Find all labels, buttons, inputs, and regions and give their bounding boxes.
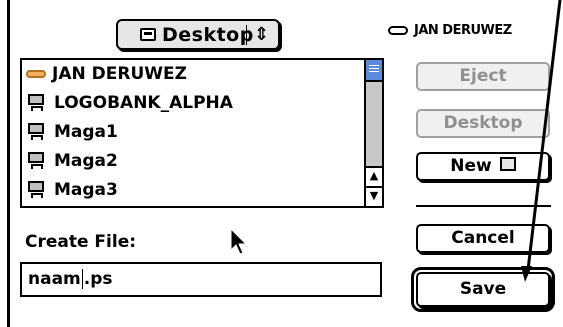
up-down-arrows-icon: ⇕ <box>254 24 270 45</box>
file-list[interactable]: JAN DERUWEZ LOGOBANK_ALPHA Maga1 Maga2 M… <box>20 58 384 208</box>
desktop-icon <box>140 28 156 41</box>
list-item[interactable]: JAN DERUWEZ <box>26 60 187 88</box>
drive-icon <box>388 26 408 35</box>
window-frame <box>7 0 10 327</box>
new-folder-label: New <box>450 156 492 176</box>
volume-name: JAN DERUWEZ <box>414 23 512 38</box>
save-button[interactable]: Save <box>411 267 555 312</box>
file-name-input[interactable]: naam .ps <box>20 262 382 297</box>
scroll-track[interactable] <box>366 82 382 166</box>
list-scrollbar[interactable]: ▲ ▼ <box>364 60 382 206</box>
list-item-label: LOGOBANK_ALPHA <box>54 93 233 113</box>
current-volume: JAN DERUWEZ <box>388 23 512 38</box>
create-file-label: Create File: <box>25 232 137 252</box>
list-item-label: Maga1 <box>54 122 118 142</box>
scroll-up-arrow-icon[interactable]: ▲ <box>366 166 382 184</box>
desktop-button[interactable]: Desktop <box>416 109 550 138</box>
save-dialog: Desktop ⇕ JAN DERUWEZ JAN DERUWEZ LOGOBA… <box>0 0 563 327</box>
list-item-label: Maga3 <box>54 180 118 200</box>
list-item[interactable]: Maga3 <box>26 176 118 204</box>
eject-button[interactable]: Eject <box>416 62 550 91</box>
list-item[interactable]: LOGOBANK_ALPHA <box>26 89 233 117</box>
location-popup[interactable]: Desktop ⇕ <box>116 19 280 50</box>
new-folder-button[interactable]: New <box>416 152 550 181</box>
file-name-after-caret: .ps <box>83 269 113 289</box>
scroll-thumb[interactable] <box>366 60 382 82</box>
button-divider <box>416 205 551 207</box>
server-icon <box>26 181 48 199</box>
list-item[interactable]: Maga1 <box>26 118 118 146</box>
popup-separator <box>246 25 247 45</box>
mouse-pointer-icon <box>230 228 248 255</box>
file-name-before-caret: naam <box>28 269 81 289</box>
cancel-button[interactable]: Cancel <box>416 224 550 253</box>
text-caret <box>81 269 83 289</box>
folder-icon <box>499 157 516 171</box>
server-icon <box>26 94 48 112</box>
list-item-label: JAN DERUWEZ <box>52 64 187 84</box>
list-item-label: Maga2 <box>54 151 118 171</box>
list-item[interactable]: Maga2 <box>26 147 118 175</box>
server-icon <box>26 123 48 141</box>
server-icon <box>26 152 48 170</box>
scroll-down-arrow-icon[interactable]: ▼ <box>366 186 382 204</box>
disk-icon <box>26 70 46 78</box>
location-popup-label: Desktop <box>162 23 254 46</box>
